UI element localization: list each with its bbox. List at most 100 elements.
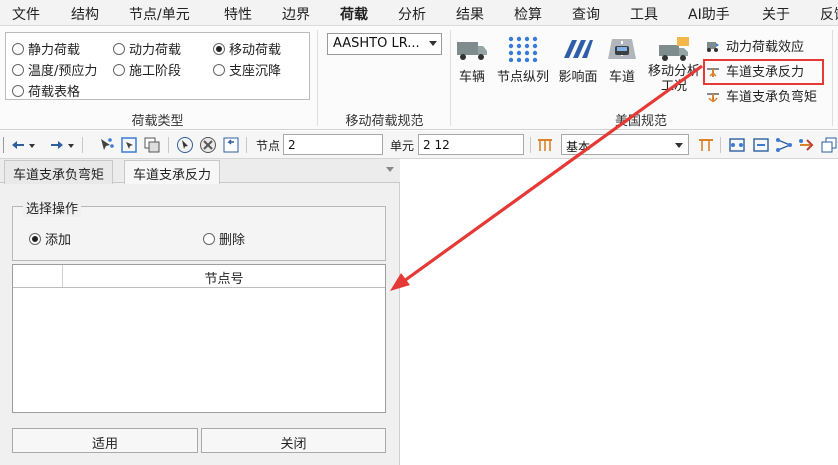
radio-circle-icon [203, 232, 215, 245]
previous-selection-icon[interactable] [222, 136, 240, 154]
transfer-icon[interactable] [798, 136, 816, 154]
ribbon: 静力荷载 动力荷载 移动荷载 温度/预应力 施工阶段 支座沉降 荷载表格 荷载类… [0, 26, 838, 130]
support-moment-icon [707, 92, 719, 102]
apply-button[interactable]: 适用 [12, 428, 198, 453]
radio-label: 移动荷载 [229, 43, 282, 58]
toolbar-divider [530, 137, 531, 153]
radio-add[interactable]: 添加 [29, 229, 71, 248]
menu-load[interactable]: 荷载 [338, 4, 370, 29]
lane-label: 车道 [608, 70, 635, 85]
moving-analysis-case-label: 工况 [660, 79, 687, 94]
vehicle-button[interactable]: 车辆 [454, 36, 490, 85]
radio-label: 荷载表格 [28, 85, 81, 100]
influence-surface-button[interactable]: 影响面 [556, 36, 600, 85]
group-divider [450, 30, 451, 126]
toolbar-divider [246, 137, 247, 153]
influence-surface-label: 影响面 [558, 70, 598, 85]
radio-checked-icon [29, 232, 41, 245]
copy-view-icon[interactable] [820, 136, 838, 154]
node-column-label: 节点纵列 [496, 70, 549, 85]
redo-icon[interactable] [48, 136, 66, 154]
operation-group: 选择操作 添加 删除 [12, 198, 386, 261]
load-case-icon[interactable] [536, 136, 554, 154]
element-input[interactable]: 2 12 [418, 134, 524, 155]
influence-surface-icon [564, 40, 593, 58]
menu-about[interactable]: 关于 [762, 4, 790, 24]
load-type-box: 静力荷载 动力荷载 移动荷载 温度/预应力 施工阶段 支座沉降 荷载表格 [5, 32, 310, 100]
group-divider [832, 30, 833, 126]
network-nodes-icon[interactable] [775, 136, 793, 154]
chevron-down-icon [429, 41, 437, 46]
radio-circle-icon [12, 84, 24, 97]
grid-header-index [13, 265, 63, 287]
grid-header: 节点号 [13, 265, 385, 288]
radio-label: 施工阶段 [129, 64, 182, 79]
model-view[interactable] [401, 159, 838, 465]
undo-icon[interactable] [9, 136, 27, 154]
load-table-icon[interactable] [697, 136, 715, 154]
node-frame-icon[interactable] [728, 136, 746, 154]
node-input[interactable]: 2 [283, 134, 383, 155]
node-column-button[interactable]: 节点纵列 [494, 36, 552, 85]
group-label-moving-code: 移动荷载规范 [345, 114, 424, 129]
radio-label: 添加 [45, 233, 72, 248]
lane-support-panel: 车道支承负弯矩 车道支承反力 选择操作 添加 删除 节点号 适用 关闭 [0, 159, 400, 465]
group-label-us-code: 美国规范 [614, 114, 667, 129]
menu-structure[interactable]: 结构 [71, 4, 99, 24]
radio-load-table[interactable]: 荷载表格 [12, 81, 80, 100]
dynamic-load-effect-button[interactable]: 动力荷载效应 [706, 36, 804, 55]
menu-query[interactable]: 查询 [572, 4, 600, 24]
unselect-icon[interactable] [199, 136, 217, 154]
dynamic-effect-icon [707, 41, 719, 52]
selection-layers-icon[interactable] [143, 136, 161, 154]
toolbar-divider [82, 137, 83, 153]
radio-static-load[interactable]: 静力荷载 [12, 39, 80, 58]
undo-dropdown-icon[interactable] [27, 136, 37, 154]
radio-label: 温度/预应力 [28, 64, 98, 79]
radio-circle-icon [113, 42, 125, 55]
radio-label: 支座沉降 [229, 64, 282, 79]
moving-analysis-label: 移动分析 [647, 64, 700, 79]
truck-case-icon [659, 37, 689, 61]
radio-checked-icon [213, 42, 225, 55]
lane-support-negative-moment-button[interactable]: 车道支承负弯矩 [706, 86, 817, 105]
radio-temperature-prestress[interactable]: 温度/预应力 [12, 60, 97, 79]
load-basis-select[interactable]: 基本 [561, 134, 689, 155]
truck-icon [457, 42, 487, 60]
radio-moving-load[interactable]: 移动荷载 [213, 39, 281, 58]
radio-construction-stage[interactable]: 施工阶段 [113, 60, 181, 79]
element-frame-icon[interactable] [752, 136, 770, 154]
radio-dynamic-load[interactable]: 动力荷载 [113, 39, 181, 58]
redo-dropdown-icon[interactable] [66, 136, 76, 154]
menu-tools[interactable]: 工具 [630, 4, 658, 24]
group-divider [317, 30, 318, 126]
menu-feedback[interactable]: 反馈 [820, 4, 838, 24]
moving-analysis-case-button[interactable]: 移动分析 工况 [644, 36, 704, 94]
moving-load-code-select[interactable]: AASHTO LR... [327, 33, 442, 55]
menu-boundary[interactable]: 边界 [282, 4, 310, 24]
menu-node-element[interactable]: 节点/单元 [129, 4, 190, 24]
radio-circle-icon [213, 63, 225, 76]
node-grid[interactable]: 节点号 [12, 264, 386, 413]
toolbar: 节点 2 单元 2 12 基本 [0, 131, 838, 159]
tab-menu-icon[interactable] [386, 167, 394, 172]
menu-analysis[interactable]: 分析 [398, 4, 426, 24]
radio-delete[interactable]: 删除 [203, 229, 245, 248]
radio-support-settlement[interactable]: 支座沉降 [213, 60, 281, 79]
tab-lane-support-negative-moment[interactable]: 车道支承负弯矩 [4, 160, 114, 184]
select-value: AASHTO LR... [333, 36, 420, 51]
lane-button[interactable]: 车道 [606, 36, 638, 85]
grid-header-node: 节点号 [204, 272, 244, 287]
pointer-select-icon[interactable] [176, 136, 194, 154]
panel-tabs: 车道支承负弯矩 车道支承反力 [0, 159, 400, 184]
menu-check[interactable]: 检算 [514, 4, 542, 24]
menu-results[interactable]: 结果 [456, 4, 484, 24]
window-select-icon[interactable] [120, 136, 138, 154]
menu-ai-assistant[interactable]: AI助手 [688, 4, 730, 24]
tab-lane-support-reaction[interactable]: 车道支承反力 [124, 160, 221, 184]
menu-properties[interactable]: 特性 [224, 4, 252, 24]
close-button[interactable]: 关闭 [201, 428, 386, 453]
select-nodes-icon[interactable] [97, 136, 115, 154]
menu-bar: 文件 结构 节点/单元 特性 边界 荷载 分析 结果 检算 查询 工具 AI助手… [0, 0, 838, 29]
menu-file[interactable]: 文件 [12, 4, 40, 24]
